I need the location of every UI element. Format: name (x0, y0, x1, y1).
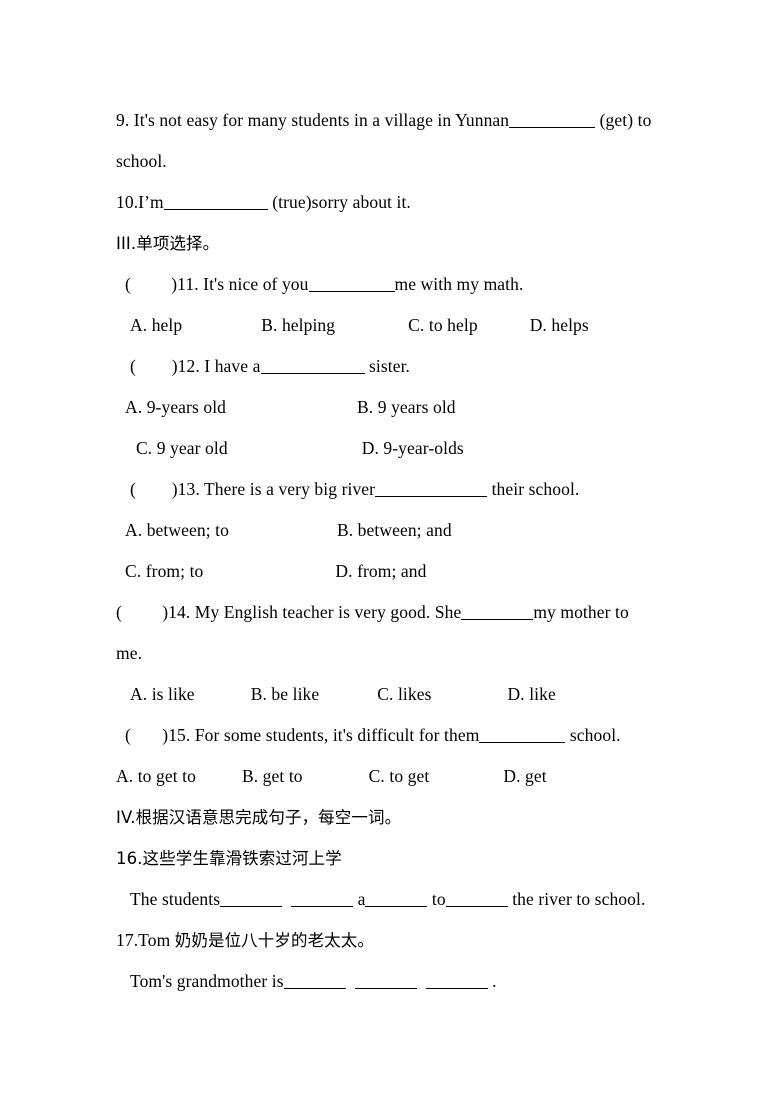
question-12-option-b[interactable]: B. 9 years old (357, 397, 456, 417)
question-17-chinese-prompt: 17.Tom 奶奶是位八十岁的老太太。 (116, 920, 680, 961)
question-11-text-before-blank: 11. It's nice of you (177, 274, 309, 294)
question-14-option-a[interactable]: A. is like (130, 684, 195, 704)
question-13-answer-bracket[interactable]: ( ) (130, 469, 178, 510)
question-14-text-before-blank: 14. My English teacher is very good. She (168, 602, 462, 622)
question-16-blank-4[interactable] (445, 889, 508, 908)
question-16-answer-line: The students a to the river to school. (116, 879, 680, 920)
question-17-text-2: . (487, 971, 497, 991)
question-13-text-after-blank: their school. (487, 479, 580, 499)
question-11-option-b[interactable]: B. helping (261, 315, 335, 335)
worksheet-page: 9. It's not easy for many students in a … (0, 0, 780, 1103)
question-13-blank[interactable] (375, 479, 488, 498)
question-11-answer-bracket[interactable]: ( ) (125, 264, 177, 305)
question-13-option-a[interactable]: A. between; to (125, 520, 229, 540)
question-9-text-after-blank: (get) to (595, 110, 652, 130)
question-10-text-before-blank: 10.I’m (116, 192, 164, 212)
question-15-option-b[interactable]: B. get to (242, 766, 303, 786)
question-15-text-before-blank: 15. For some students, it's difficult fo… (168, 725, 480, 745)
question-15-answer-bracket[interactable]: ( ) (125, 715, 168, 756)
question-13-options-row-1: A. between; to B. between; and (116, 510, 680, 551)
question-12-option-c[interactable]: C. 9 year old (136, 438, 228, 458)
question-16-blank-2[interactable] (291, 889, 354, 908)
question-12-options-row-2: C. 9 year old D. 9-year-olds (116, 428, 680, 469)
question-14-option-c[interactable]: C. likes (377, 684, 431, 704)
question-16-text-2: a (353, 889, 366, 909)
question-17-chinese-text: 奶奶是位八十岁的老太太。 (174, 931, 374, 950)
question-16-text-1: The students (130, 889, 221, 909)
question-16-blank-1[interactable] (220, 889, 283, 908)
question-11-option-a[interactable]: A. help (130, 315, 182, 335)
question-17-blank-2[interactable] (354, 971, 417, 990)
question-10-line: 10.I’m (true)sorry about it. (116, 182, 680, 223)
worksheet-content: 9. It's not easy for many students in a … (116, 100, 680, 1002)
question-15-text-after-blank: school. (565, 725, 621, 745)
question-17-blank-3[interactable] (425, 971, 488, 990)
question-11-blank[interactable] (308, 274, 395, 293)
question-14-text-after-blank: my mother to (533, 602, 629, 622)
question-16-chinese-prompt: 16.这些学生靠滑铁索过河上学 (116, 849, 342, 868)
question-11-line: ( )11. It's nice of you me with my math. (116, 264, 680, 305)
question-12-line: ( )12. I have a sister. (116, 346, 680, 387)
question-13-line: ( )13. There is a very big river their s… (116, 469, 680, 510)
question-9-text-before-blank: 9. It's not easy for many students in a … (116, 110, 510, 130)
question-14-line-2: me. (116, 643, 143, 663)
question-15-options-row: A. to get to B. get to C. to get D. get (116, 756, 680, 797)
question-13-option-b[interactable]: B. between; and (337, 520, 452, 540)
question-12-option-d[interactable]: D. 9-year-olds (362, 438, 464, 458)
question-11-text-after-blank: me with my math. (394, 274, 524, 294)
question-13-options-row-2: C. from; to D. from; and (116, 551, 680, 592)
question-11-options-row: A. help B. helping C. to help D. helps (116, 305, 680, 346)
question-12-option-a[interactable]: A. 9-years old (125, 397, 226, 417)
question-9-line-2: school. (116, 151, 167, 171)
question-12-blank[interactable] (260, 356, 365, 375)
question-10-blank[interactable] (163, 192, 268, 211)
question-10-text-after-blank: (true)sorry about it. (267, 192, 411, 212)
question-9-line-1: 9. It's not easy for many students in a … (116, 100, 680, 141)
question-15-line: ( )15. For some students, it's difficult… (116, 715, 680, 756)
question-14-option-b[interactable]: B. be like (251, 684, 320, 704)
question-11-option-c[interactable]: C. to help (408, 315, 478, 335)
question-12-text-after-blank: sister. (364, 356, 411, 376)
question-17-blank-1[interactable] (283, 971, 346, 990)
question-9-blank[interactable] (509, 110, 596, 129)
question-17-text-1: Tom's grandmother is (130, 971, 284, 991)
question-15-option-a[interactable]: A. to get to (116, 766, 196, 786)
question-15-option-d[interactable]: D. get (503, 766, 546, 786)
question-14-answer-bracket[interactable]: ( ) (116, 592, 168, 633)
question-14-blank[interactable] (461, 602, 534, 621)
question-15-option-c[interactable]: C. to get (369, 766, 430, 786)
question-13-option-c[interactable]: C. from; to (125, 561, 203, 581)
question-14-options-row: A. is like B. be like C. likes D. like (116, 674, 680, 715)
question-15-blank[interactable] (479, 725, 566, 744)
question-17-number: 17.Tom (116, 930, 175, 950)
question-16-blank-3[interactable] (365, 889, 428, 908)
question-11-option-d[interactable]: D. helps (530, 315, 589, 335)
question-12-options-row-1: A. 9-years old B. 9 years old (116, 387, 680, 428)
question-13-option-d[interactable]: D. from; and (335, 561, 426, 581)
question-17-answer-line: Tom's grandmother is . (116, 961, 680, 1002)
question-12-answer-bracket[interactable]: ( ) (130, 346, 178, 387)
section-3-heading: III.单项选择。 (116, 234, 220, 253)
question-12-text-before-blank: 12. I have a (177, 356, 261, 376)
question-14-line-1: ( )14. My English teacher is very good. … (116, 592, 680, 633)
question-16-text-4: the river to school. (507, 889, 646, 909)
question-16-text-3: to (427, 889, 446, 909)
question-14-option-d[interactable]: D. like (508, 684, 556, 704)
question-16-gap-1 (282, 889, 291, 909)
question-13-text-before-blank: 13. There is a very big river (177, 479, 376, 499)
section-4-heading: IV.根据汉语意思完成句子，每空一词。 (116, 808, 402, 827)
